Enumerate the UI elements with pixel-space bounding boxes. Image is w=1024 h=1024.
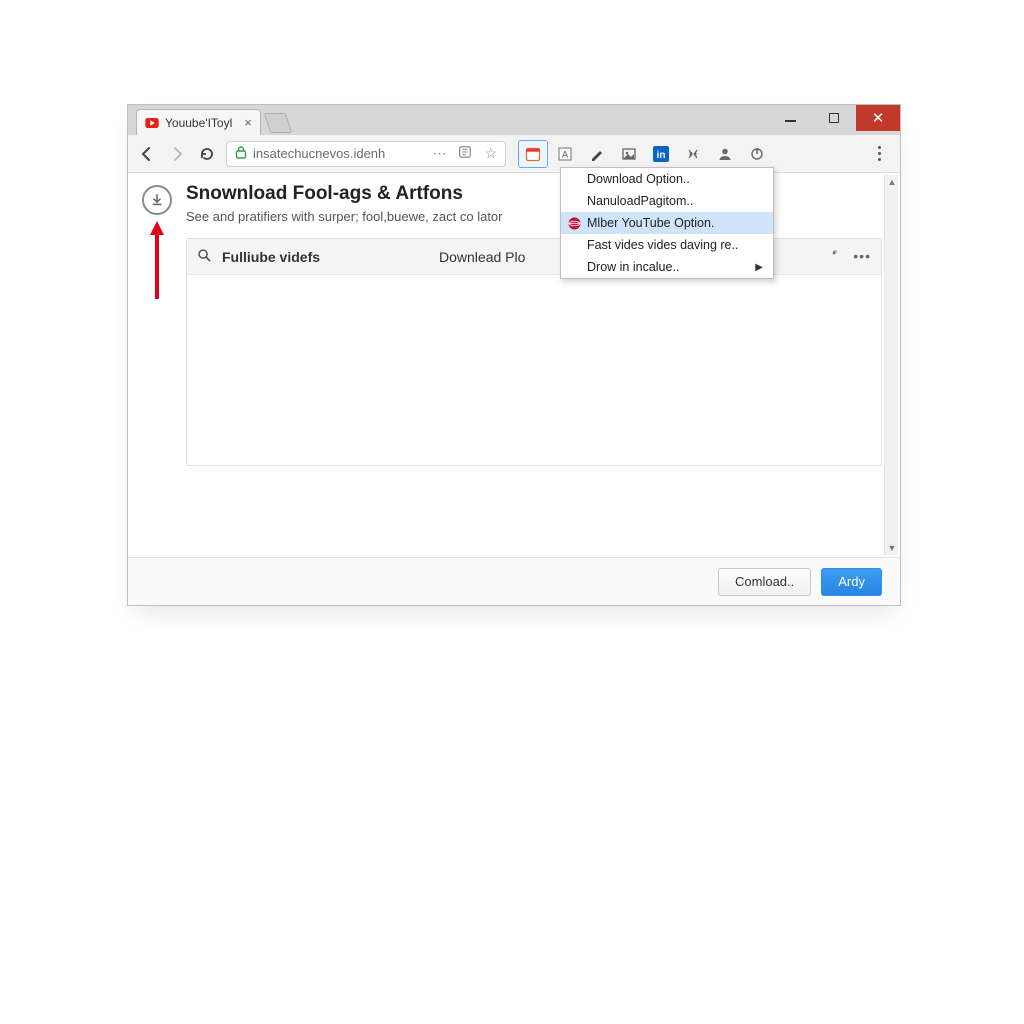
- browser-tab[interactable]: Youube'IToyl ×: [136, 109, 261, 135]
- extension-calendar-icon[interactable]: [518, 140, 548, 168]
- extension-note-a-icon[interactable]: A: [550, 140, 580, 168]
- nav-forward-button[interactable]: [166, 143, 188, 165]
- dialog-footer: Comload.. Ardy: [128, 557, 900, 605]
- search-icon[interactable]: [197, 248, 212, 266]
- titlebar: Youube'IToyl × ✕: [128, 105, 900, 135]
- extension-icon-row: A in: [518, 140, 772, 168]
- tab-close-icon[interactable]: ×: [244, 115, 252, 130]
- dropdown-item-fast-vides[interactable]: Fast vides vides daving re..: [561, 234, 773, 256]
- dropdown-item-label: Download Option..: [587, 172, 690, 186]
- download-badge-icon: [142, 185, 172, 215]
- primary-button[interactable]: Ardy: [821, 568, 882, 596]
- red-callout-arrow-icon: [148, 221, 166, 304]
- left-gutter: [128, 173, 186, 557]
- window-minimize-button[interactable]: [768, 105, 812, 131]
- extension-broadcast-icon[interactable]: [678, 140, 708, 168]
- address-bar[interactable]: insatechucnevos.idenh ⋯ ☆: [226, 141, 506, 167]
- bookmark-star-icon[interactable]: ☆: [484, 145, 497, 162]
- extension-linkedin-icon[interactable]: in: [646, 140, 676, 168]
- svg-text:A: A: [562, 149, 568, 159]
- extension-pen-icon[interactable]: [582, 140, 612, 168]
- results-listbox: Fulliube videfs Downlead Plo •••: [186, 238, 882, 466]
- extension-picture-icon[interactable]: [614, 140, 644, 168]
- list-header-row: Fulliube videfs Downlead Plo •••: [187, 239, 881, 275]
- list-col2-label: Downlead Plo: [439, 249, 579, 265]
- page-content: Snownload Fool-ags & Artfons See and pra…: [128, 173, 900, 557]
- sphere-icon: [566, 215, 582, 231]
- vertical-scrollbar[interactable]: ▲ ▼: [884, 175, 898, 555]
- dropdown-item-label: NanuloadPagitom..: [587, 194, 693, 208]
- svg-text:in: in: [657, 150, 666, 161]
- list-col1-label: Fulliube videfs: [222, 249, 320, 265]
- browser-window: Youube'IToyl × ✕ insatechucnevos.idenh ⋯: [127, 104, 901, 606]
- main-panel: Snownload Fool-ags & Artfons See and pra…: [186, 173, 900, 557]
- lock-icon: [235, 146, 247, 162]
- page-subtitle: See and pratifiers with surper; fool,bue…: [186, 209, 882, 224]
- window-controls: ✕: [768, 105, 900, 131]
- settings-wrench-icon[interactable]: [825, 248, 839, 265]
- window-close-button[interactable]: ✕: [856, 105, 900, 131]
- nav-back-button[interactable]: [136, 143, 158, 165]
- nav-reload-button[interactable]: [196, 143, 218, 165]
- address-text: insatechucnevos.idenh: [253, 146, 385, 161]
- extension-person-icon[interactable]: [710, 140, 740, 168]
- more-dots-icon[interactable]: •••: [853, 248, 871, 265]
- address-ellipsis-icon[interactable]: ⋯: [432, 145, 446, 162]
- extension-power-icon[interactable]: [742, 140, 772, 168]
- dropdown-item-download-option[interactable]: Download Option..: [561, 168, 773, 190]
- tab-title: Youube'IToyl: [165, 116, 232, 130]
- extension-dropdown-menu: Download Option.. NanuloadPagitom.. Mlbe…: [560, 167, 774, 279]
- dropdown-item-nanuload[interactable]: NanuloadPagitom..: [561, 190, 773, 212]
- new-tab-button[interactable]: [264, 113, 292, 133]
- youtube-favicon-icon: [145, 116, 159, 130]
- dropdown-item-label: Fast vides vides daving re..: [587, 238, 738, 252]
- browser-menu-button[interactable]: [866, 141, 892, 167]
- submenu-arrow-icon: ▶: [755, 262, 763, 273]
- dropdown-item-drow-incalue[interactable]: Drow in incalue.. ▶: [561, 256, 773, 278]
- dropdown-item-youtube-option[interactable]: Mlber YouTube Option.: [561, 212, 773, 234]
- scroll-down-icon[interactable]: ▼: [885, 541, 899, 555]
- dropdown-item-label: Drow in incalue..: [587, 260, 679, 274]
- browser-toolbar: insatechucnevos.idenh ⋯ ☆ A in: [128, 135, 900, 173]
- scroll-up-icon[interactable]: ▲: [885, 175, 899, 189]
- reader-mode-icon[interactable]: [458, 145, 472, 162]
- dropdown-item-label: Mlber YouTube Option.: [587, 216, 714, 230]
- cancel-button[interactable]: Comload..: [718, 568, 811, 596]
- window-maximize-button[interactable]: [812, 105, 856, 131]
- page-title: Snownload Fool-ags & Artfons: [186, 183, 882, 205]
